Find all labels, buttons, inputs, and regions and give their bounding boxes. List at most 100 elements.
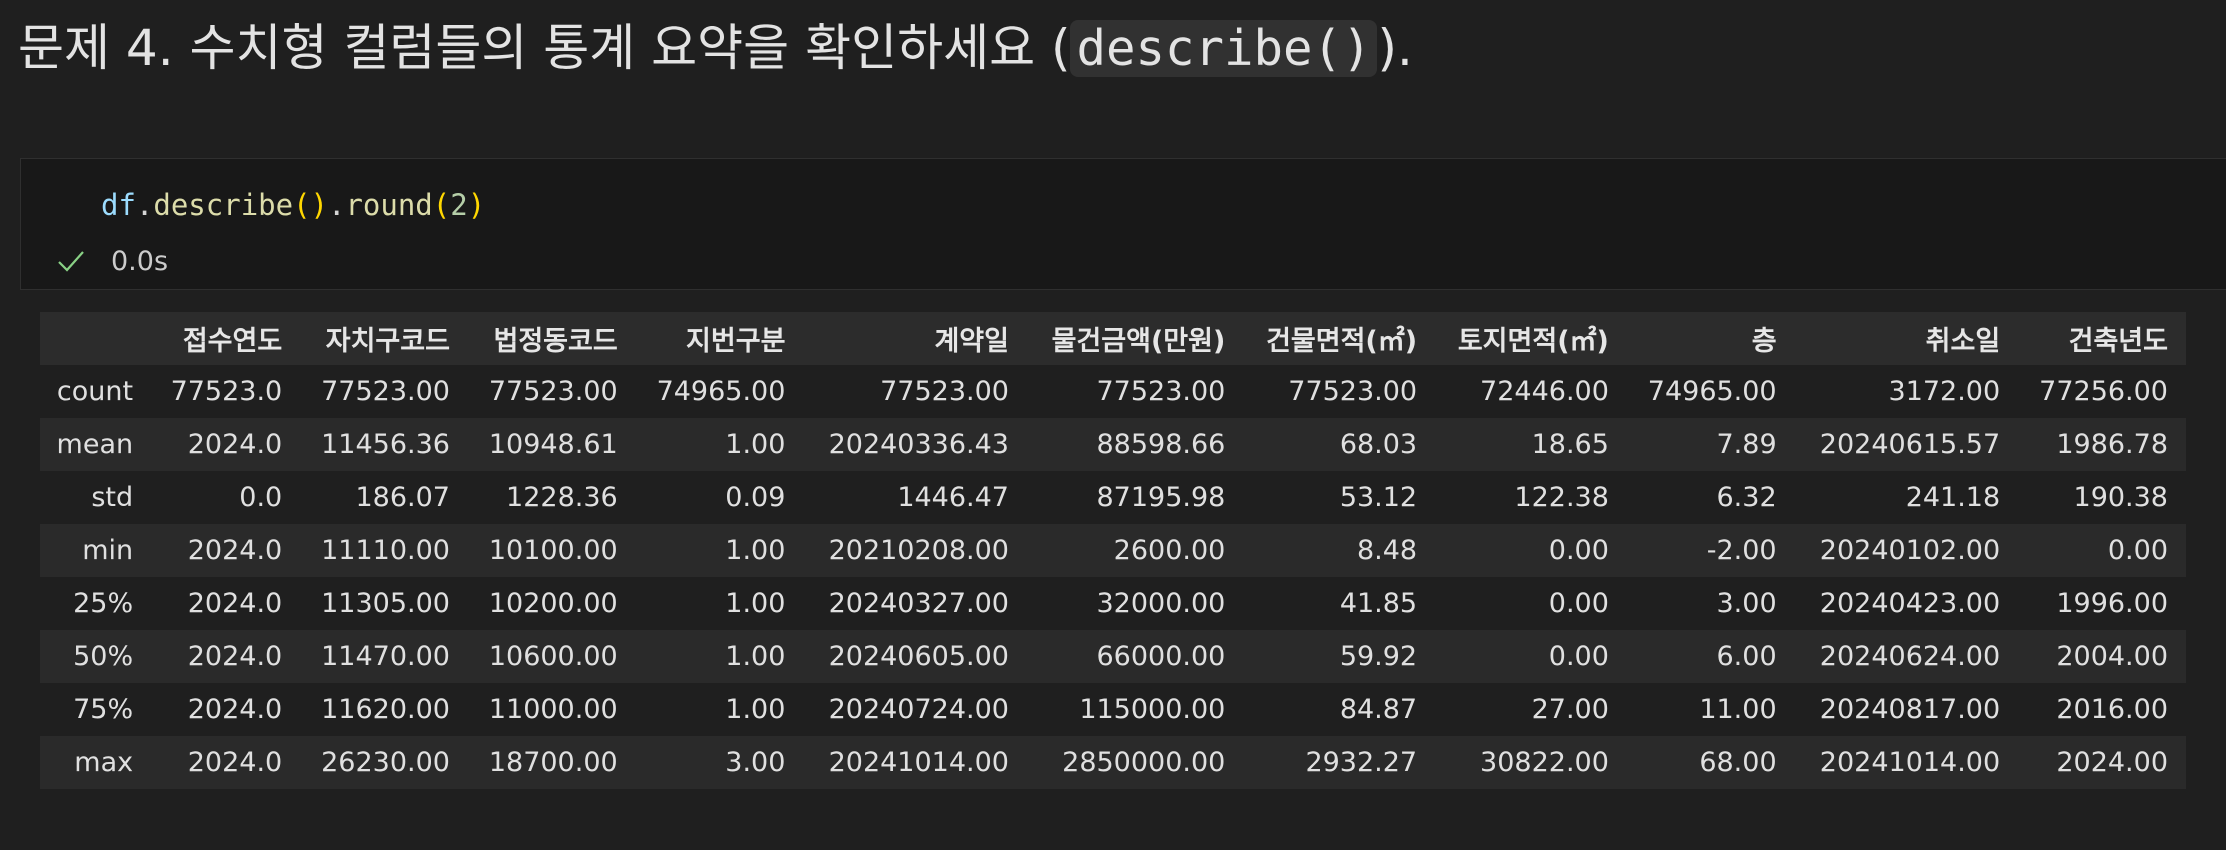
table-cell: 10100.00 — [488, 535, 618, 566]
table-cell: 20240817.00 — [1819, 694, 2001, 725]
table-cell: 11305.00 — [321, 588, 450, 619]
table-row: count 77523.0 77523.00 77523.00 74965.00 7752… — [40, 365, 2186, 418]
table-cell: 2600.00 — [1113, 535, 1226, 566]
table-cell: 2024.0 — [187, 641, 283, 672]
table-cell: 30822.00 — [1480, 747, 1609, 778]
table-cell: 7.89 — [1716, 429, 1777, 460]
table-cell: 0.00 — [2107, 535, 2168, 566]
table-cell: 20240724.00 — [828, 694, 1009, 725]
table-cell: 20241014.00 — [828, 747, 1009, 778]
table-cell: 1986.78 — [2056, 429, 2168, 460]
table-cell: 2016.00 — [2056, 694, 2168, 725]
table-cell: 1.00 — [725, 535, 786, 566]
table-body: count 77523.0 77523.00 77523.00 74965.00 7752… — [40, 365, 2186, 789]
table-cell: 88598.66 — [1096, 429, 1226, 460]
table-cell: 18700.00 — [488, 747, 618, 778]
table-cell: 68.00 — [1699, 747, 1777, 778]
table-cell: 87195.98 — [1096, 482, 1226, 513]
table-cell: 0.00 — [1548, 641, 1609, 672]
column-header: 건축년도 — [2018, 312, 2186, 365]
table-cell: 20240423.00 — [1819, 588, 2001, 619]
column-header: 계약일 — [803, 312, 1027, 365]
row-label: max — [74, 747, 134, 778]
table-cell: 11110.00 — [321, 535, 450, 566]
markdown-heading: 문제 4. 수치형 컬럼들의 통계 요약을 확인하세요 (describe())… — [18, 12, 1413, 85]
table-cell: 11470.00 — [321, 641, 450, 672]
table-cell: 190.38 — [2073, 482, 2168, 513]
table-cell: 84.87 — [1339, 694, 1418, 725]
column-header: 취소일 — [1794, 312, 2019, 365]
table-cell: 20240336.43 — [828, 429, 1009, 460]
heading-text: 문제 4. 수치형 컬럼들의 통계 요약을 확인하세요 ( — [18, 19, 1071, 77]
code-token-close-paren: ) — [467, 188, 486, 222]
code-cell[interactable]: df.describe().round(2) 0.0s — [20, 158, 2226, 290]
table-cell: 0.00 — [1548, 588, 1609, 619]
code-editor-line[interactable]: df.describe().round(2) — [101, 187, 485, 223]
table-cell: 41.85 — [1339, 588, 1418, 619]
describe-table: 접수연도 자치구코드 법정동코드 지번구분 계약일 물건금액(만원) 건물면적(㎡) 토지면적… — [40, 312, 2186, 789]
heading-inline-code: describe() — [1070, 20, 1378, 77]
table-cell: 20210208.00 — [828, 535, 1009, 566]
table-cell: 6.00 — [1716, 641, 1777, 672]
table-row: 50% 2024.0 11470.00 10600.00 1.00 20240605.00… — [40, 630, 2186, 683]
table-cell: 20240615.57 — [1819, 429, 2001, 460]
table-cell: 74965.00 — [1647, 376, 1777, 407]
table-cell: 11000.00 — [488, 694, 618, 725]
table-cell: 2024.00 — [2056, 747, 2168, 778]
table-cell: 1.00 — [725, 429, 786, 460]
table-cell: 2024.0 — [187, 694, 283, 725]
table-cell: 20241014.00 — [1819, 747, 2001, 778]
table-cell: 2024.0 — [187, 747, 283, 778]
column-header: 층 — [1626, 312, 1795, 365]
row-label: 50% — [73, 641, 134, 672]
table-cell: 1.00 — [725, 588, 786, 619]
row-label: count — [56, 376, 134, 407]
table-cell: 1228.36 — [506, 482, 618, 513]
table-cell: 53.12 — [1339, 482, 1418, 513]
code-token-parens: () — [293, 188, 328, 222]
table-cell: 68.03 — [1339, 429, 1418, 460]
row-label: 75% — [73, 694, 134, 725]
table-cell: 1.00 — [725, 641, 786, 672]
execution-status: 0.0s — [57, 241, 168, 281]
table-cell: 74965.00 — [656, 376, 786, 407]
column-header: 토지면적(㎡) — [1435, 312, 1627, 365]
row-label: std — [91, 482, 134, 513]
column-header: 건물면적(㎡) — [1243, 312, 1436, 365]
check-icon — [57, 249, 85, 273]
table-cell: 66000.00 — [1096, 641, 1226, 672]
table-cell: 11.00 — [1699, 694, 1777, 725]
table-row: 75% 2024.0 11620.00 11000.00 1.00 20240724.00… — [40, 683, 2186, 736]
table-cell: 1996.00 — [2056, 588, 2168, 619]
column-header: 접수연도 — [151, 312, 301, 365]
code-token-function: describe — [153, 188, 294, 222]
code-token-dot: . — [328, 188, 346, 222]
table-cell: 26230.00 — [321, 747, 450, 778]
table-cell: 8.48 — [1356, 535, 1418, 566]
table-cell: 27.00 — [1531, 694, 1609, 725]
table-row: min 2024.0 11110.00 10100.00 1.00 20210208.00… — [40, 524, 2186, 577]
code-token-open-paren: ( — [432, 188, 451, 222]
table-row: mean 2024.0 11456.36 10948.61 1.00 20240336.4… — [40, 418, 2186, 471]
code-token-dot: . — [135, 188, 154, 222]
row-label: 25% — [73, 588, 134, 619]
table-cell: 77523.00 — [488, 376, 618, 407]
table-cell: 0.00 — [1548, 535, 1609, 566]
table-cell: 115000.00 — [1079, 694, 1226, 725]
table-cell: 18.65 — [1531, 429, 1609, 460]
table-cell: 11456.36 — [321, 429, 450, 460]
table-cell: 6.32 — [1716, 482, 1777, 513]
table-cell: 186.07 — [355, 482, 450, 513]
table-cell: 10600.00 — [488, 641, 618, 672]
table-cell: 20240327.00 — [828, 588, 1009, 619]
column-header: 자치구코드 — [300, 312, 468, 365]
table-cell: 20240605.00 — [828, 641, 1009, 672]
table-cell: 1446.47 — [897, 482, 1009, 513]
table-cell: 0.09 — [725, 482, 786, 513]
code-token-number: 2 — [450, 188, 468, 222]
table-corner-header — [40, 312, 152, 365]
table-cell: 77523.00 — [1288, 376, 1418, 407]
table-cell: 59.92 — [1339, 641, 1418, 672]
table-cell: 10200.00 — [488, 588, 618, 619]
column-header: 법정동코드 — [467, 312, 636, 365]
